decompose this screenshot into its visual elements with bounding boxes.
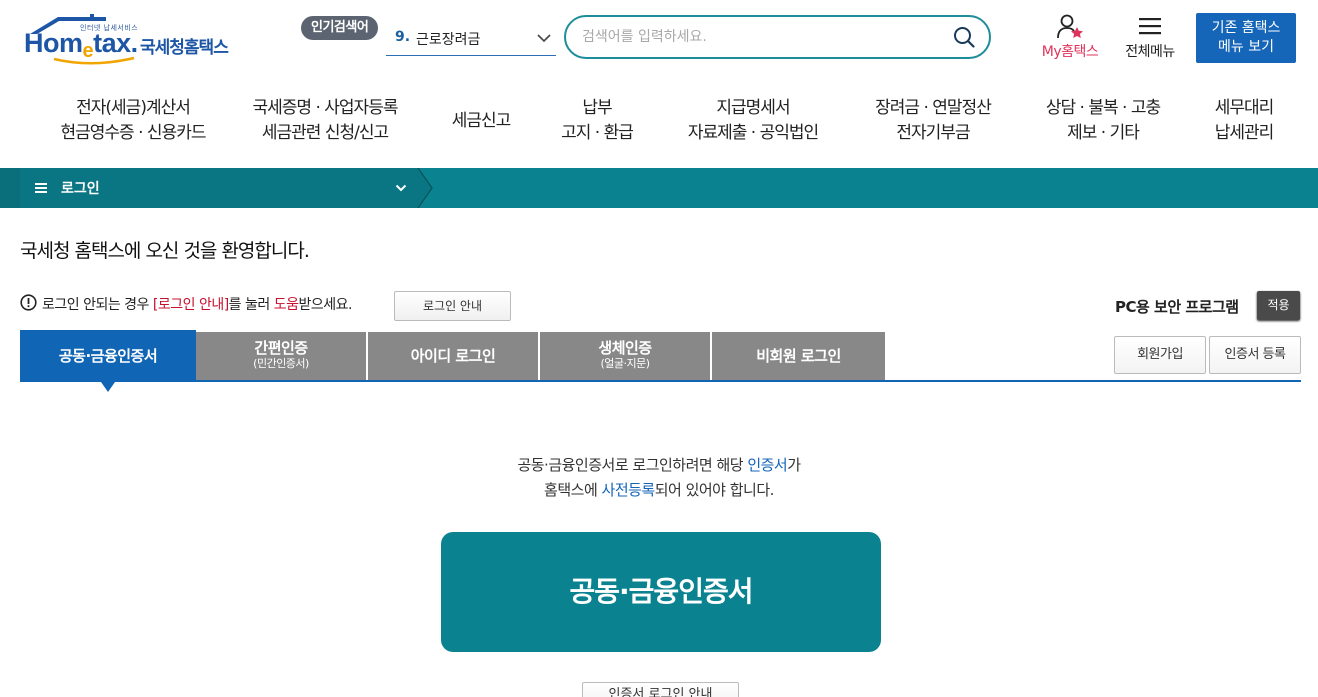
security-program-label: PC용 보안 프로그램 [1115,298,1239,316]
tab-label: 간편인증 [254,339,308,357]
help-sentence: 로그인 안되는 경우 [로그인 안내]를 눌러 도움받으세요. [42,297,352,313]
my-hometax-button[interactable]: My홈택스 [1033,14,1107,64]
gnb-line: 자료제출 · 공익법인 [687,123,819,143]
gnb-line: 세무대리 [1214,98,1275,118]
old-menu-line1: 기존 홈택스 [1211,20,1281,36]
gnb-item-payment-statement[interactable]: 지급명세서 자료제출 · 공익법인 [668,96,838,146]
gnb-line: 납세관리 [1214,123,1275,143]
tab-non-member[interactable]: 비회원 로그인 [712,332,885,382]
gnb-item-tax-return[interactable]: 세금신고 [436,109,526,134]
my-hometax-label: My홈택스 [1041,44,1099,60]
logo-swoosh-icon [53,56,135,65]
exclamation-icon [20,294,37,311]
old-menu-button[interactable]: 기존 홈택스 메뉴 보기 [1196,13,1296,63]
tab-label: 비회원 로그인 [756,347,841,365]
tab-sublabel: (얼굴·지문) [600,357,650,370]
security-apply-button[interactable]: 적용 [1257,291,1300,320]
gnb-line: 납부 [582,98,612,118]
tab-id-login[interactable]: 아이디 로그인 [368,332,538,382]
gnb-line: 전자기부금 [896,123,970,143]
main-navigation: 전자(세금)계산서 현금영수증 · 신용카드 국세증명 · 사업자등록 세금관련… [0,88,1318,168]
popular-keyword: 근로장려금 [416,32,481,48]
breadcrumb-separator-icon [414,168,433,208]
active-tab-pointer-icon [101,382,115,392]
tab-label: 생체인증 [598,339,652,357]
all-menu-label: 전체메뉴 [1125,44,1175,60]
chevron-down-icon [395,184,407,192]
popular-search-dropdown[interactable]: 9. 근로장려금 [386,24,556,56]
gnb-item-payment[interactable]: 납부 고지 · 환급 [545,96,649,146]
hamburger-icon [1139,18,1161,35]
breadcrumb-lead [0,168,20,208]
popular-search-badge: 인기검색어 [301,16,379,40]
gnb-line: 고지 · 환급 [561,123,634,143]
tab-biometric[interactable]: 생체인증 (얼굴·지문) [540,332,710,382]
gnb-line: 세금신고 [451,111,512,131]
gnb-item-tax-agent[interactable]: 세무대리 납세관리 [1200,96,1288,146]
tab-label: 아이디 로그인 [410,347,496,365]
logo-korean-name: 국세청홈택스 [140,38,229,58]
header: 인터넷 납세서비스 Hometax. 국세청홈택스 인기검색어 9. 근로장려금… [0,0,1318,80]
tab-joint-financial-cert[interactable]: 공동·금융인증서 [20,330,196,382]
welcome-title: 국세청 홈택스에 오신 것을 환영합니다. [20,240,310,262]
gnb-line: 지급명세서 [716,98,790,118]
cert-guide-text: 공동·금융인증서로 로그인하려면 해당 인증서가 홈택스에 사전등록되어 있어야… [0,453,1318,503]
cert-login-guide-button[interactable]: 인증서 로그인 안내 [582,682,739,697]
breadcrumb-bar: 로그인 [0,168,1318,208]
breadcrumb-label: 로그인 [61,181,100,197]
gnb-item-e-invoice[interactable]: 전자(세금)계산서 현금영수증 · 신용카드 [38,96,228,146]
login-guide-button[interactable]: 로그인 안내 [394,291,511,321]
search-box [564,15,991,59]
popular-rank: 9. [395,29,411,45]
all-menu-button[interactable]: 전체메뉴 [1117,14,1183,64]
join-button[interactable]: 회원가입 [1114,336,1206,374]
gnb-line: 세금관련 신청/신고 [261,123,389,143]
search-input[interactable] [582,25,942,49]
gnb-item-incentive[interactable]: 장려금 · 연말정산 전자기부금 [855,96,1011,146]
guide-line-1: 공동·금융인증서로 로그인하려면 해당 인증서가 [517,456,801,474]
cert-register-button[interactable]: 인증서 등록 [1209,336,1301,374]
breadcrumb-login-dropdown[interactable]: 로그인 [20,168,418,208]
tab-underline [20,380,1301,382]
gnb-line: 현금영수증 · 신용카드 [60,123,207,143]
gnb-line: 전자(세금)계산서 [76,98,191,118]
tab-simple-auth[interactable]: 간편인증 (민간인증서) [196,332,366,382]
tab-label: 공동·금융인증서 [58,347,158,365]
gnb-line: 제보 · 기타 [1067,123,1140,143]
joint-cert-login-button[interactable]: 공동·금융인증서 [441,532,881,652]
gnb-item-certificates[interactable]: 국세증명 · 사업자등록 세금관련 신청/신고 [232,96,418,146]
menu-icon [35,183,47,193]
gnb-line: 국세증명 · 사업자등록 [252,98,399,118]
search-icon[interactable] [953,26,975,48]
login-tabs: 공동·금융인증서 간편인증 (민간인증서) 아이디 로그인 생체인증 (얼굴·지문)… [20,330,887,382]
user-star-icon [1057,14,1083,39]
gnb-line: 장려금 · 연말정산 [875,98,992,118]
old-menu-line2: 메뉴 보기 [1218,39,1274,55]
chevron-down-icon [537,34,551,43]
gnb-item-consulting[interactable]: 상담 · 불복 · 고충 제보 · 기타 [1030,96,1176,146]
gnb-line: 상담 · 불복 · 고충 [1045,98,1161,118]
guide-line-2: 홈택스에 사전등록되어 있어야 합니다. [544,481,774,499]
logo-wordmark: Hometax. [24,28,138,62]
tab-sublabel: (민간인증서) [253,357,309,370]
hometax-logo[interactable]: 인터넷 납세서비스 Hometax. 국세청홈택스 [24,12,244,68]
